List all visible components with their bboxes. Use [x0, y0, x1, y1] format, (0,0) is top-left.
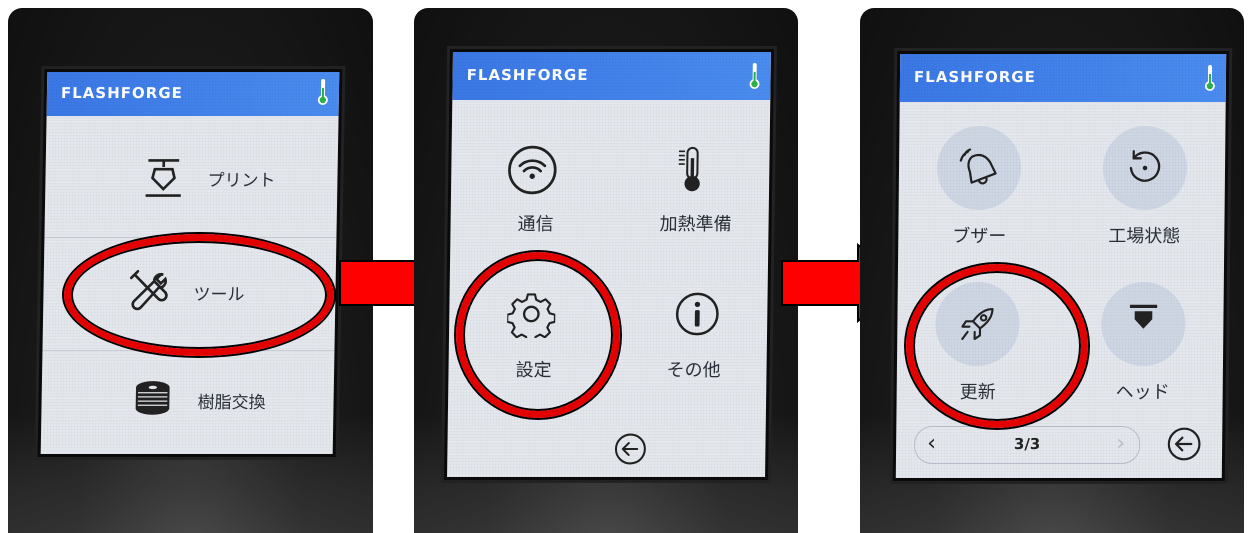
thermometer-status-icon	[1204, 65, 1215, 91]
menu-item-head[interactable]: ヘッド	[1073, 276, 1214, 406]
title-bar: FLASHFORGE	[452, 52, 771, 100]
screen-3: FLASHFORGE ブザー 工場状態 更新 ヘッド ‹ 3/3 ›	[895, 54, 1227, 478]
menu-item-label: 樹脂交換	[197, 393, 266, 413]
highlight-ellipse	[906, 264, 1088, 428]
menu-item-label: 通信	[517, 214, 554, 235]
menu-item-label: 加熱準備	[659, 214, 732, 235]
brand-logo: FLASHFORGE	[466, 66, 589, 84]
filament-spool-icon	[135, 381, 170, 415]
photo-panel-1: FLASHFORGE プリント ツール 樹脂交換	[8, 8, 373, 533]
info-icon	[675, 292, 719, 336]
thermometer-icon	[678, 146, 700, 192]
nozzle-head-icon	[1129, 304, 1158, 329]
print-nozzle-icon	[145, 159, 181, 197]
highlight-ellipse	[456, 252, 620, 418]
reset-icon	[1129, 150, 1161, 182]
menu-item-label: ブザー	[952, 226, 1007, 247]
brand-logo: FLASHFORGE	[60, 84, 184, 102]
title-bar: FLASHFORGE	[899, 54, 1227, 102]
menu-item-factory-reset[interactable]: 工場状態	[1074, 118, 1215, 248]
menu-item-print[interactable]: プリント	[45, 148, 338, 208]
menu-item-buzzer[interactable]: ブザー	[914, 118, 1045, 248]
wifi-icon	[508, 145, 557, 195]
brand-logo: FLASHFORGE	[913, 68, 1036, 86]
menu-item-other[interactable]: その他	[628, 272, 760, 382]
menu-item-label: 工場状態	[1108, 226, 1181, 247]
back-button[interactable]	[613, 432, 647, 466]
menu-item-label: その他	[666, 360, 721, 381]
menu-item-filament-change[interactable]: 樹脂交換	[41, 370, 334, 430]
page-indicator: 3/3	[1013, 435, 1041, 453]
menu-item-preheat[interactable]: 加熱準備	[630, 132, 762, 242]
thermometer-status-icon	[317, 79, 328, 105]
menu-item-label: プリント	[207, 171, 276, 191]
thermometer-status-icon	[749, 63, 760, 89]
back-button[interactable]	[1166, 426, 1202, 462]
highlight-ellipse	[64, 234, 334, 356]
photo-panel-2: FLASHFORGE 通信 加熱準備 設定 その他	[414, 8, 798, 533]
photo-panel-3: FLASHFORGE ブザー 工場状態 更新 ヘッド ‹ 3/3 ›	[860, 8, 1244, 533]
bell-icon	[959, 148, 997, 185]
menu-item-network[interactable]: 通信	[480, 132, 592, 242]
pager: ‹ 3/3 ›	[913, 426, 1141, 464]
title-bar: FLASHFORGE	[46, 72, 340, 116]
next-page-button[interactable]: ›	[1116, 431, 1125, 456]
menu-item-label: ヘッド	[1115, 382, 1170, 403]
